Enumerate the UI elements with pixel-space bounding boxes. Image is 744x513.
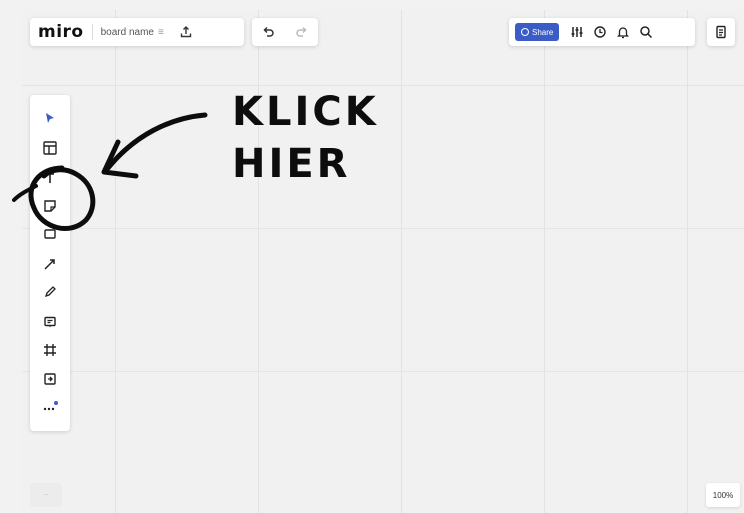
share-label: Share: [532, 27, 554, 37]
shapes-icon[interactable]: [40, 224, 60, 244]
search-icon[interactable]: [638, 24, 654, 40]
frame-icon[interactable]: [40, 340, 60, 360]
board-canvas[interactable]: [22, 10, 744, 513]
pen-icon[interactable]: [40, 282, 60, 302]
select-tool-icon[interactable]: [40, 108, 60, 128]
miro-logo[interactable]: miro: [38, 22, 84, 42]
board-menu-icon[interactable]: ≡: [158, 27, 164, 38]
export-icon[interactable]: [178, 24, 194, 40]
annotation-text-line1: KLICK: [232, 89, 379, 135]
templates-icon[interactable]: [40, 138, 60, 158]
collab-toolbar: Share: [509, 18, 695, 46]
upload-icon[interactable]: [40, 369, 60, 389]
annotation-text-line2: HIER: [232, 141, 351, 187]
header-divider: [91, 24, 93, 40]
board-name[interactable]: board name: [101, 27, 154, 38]
text-tool-icon[interactable]: [40, 168, 60, 188]
zoom-level[interactable]: 100%: [706, 483, 740, 507]
board-list-icon[interactable]: [713, 24, 729, 40]
board-header: miro board name ≡: [30, 18, 244, 46]
creation-toolbar: [30, 95, 70, 431]
undo-icon[interactable]: [260, 24, 276, 40]
sticky-note-icon[interactable]: [40, 196, 60, 216]
notifications-icon[interactable]: [615, 24, 631, 40]
timer-icon[interactable]: [592, 24, 608, 40]
zoom-out-button[interactable]: −: [30, 483, 62, 507]
settings-icon[interactable]: [569, 24, 585, 40]
history-controls: [252, 18, 318, 46]
board-list-panel: [707, 18, 735, 46]
connection-line-icon[interactable]: [40, 254, 60, 274]
globe-icon: [521, 28, 529, 36]
more-tools-icon[interactable]: [40, 397, 60, 417]
redo-icon[interactable]: [294, 24, 310, 40]
share-button[interactable]: Share: [515, 23, 560, 41]
comment-icon[interactable]: [40, 312, 60, 332]
